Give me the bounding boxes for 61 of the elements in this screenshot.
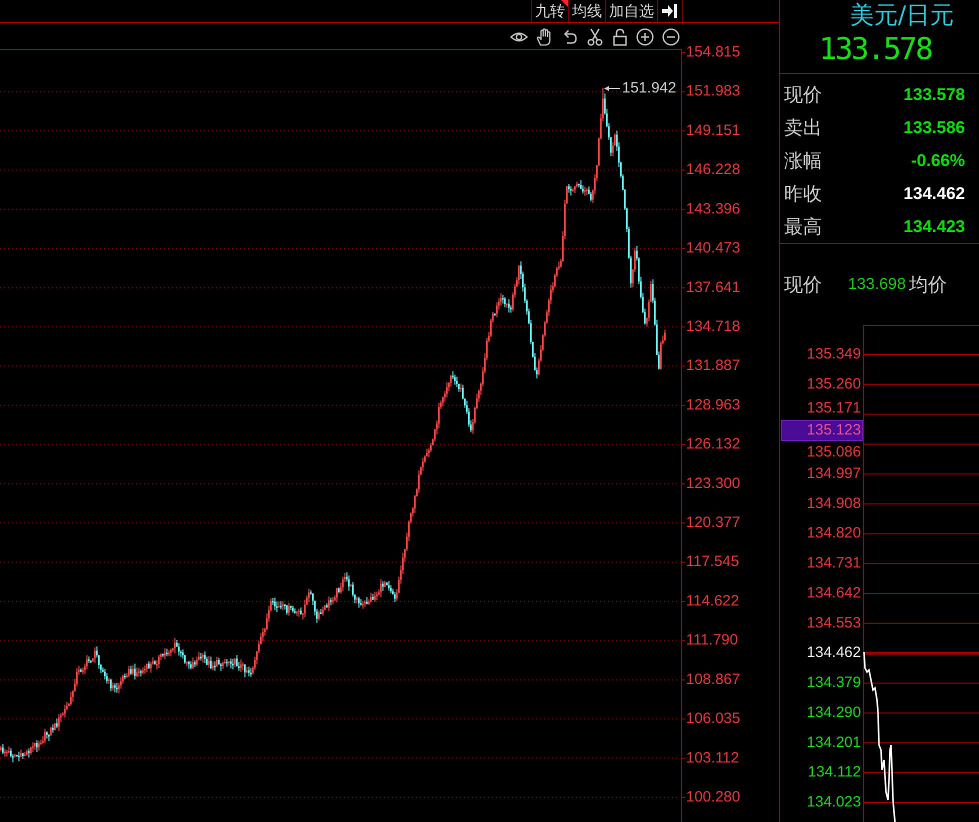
padlock-icon[interactable] xyxy=(611,28,630,46)
quote-value: 134.423 xyxy=(904,216,965,236)
intraday-axis-label: 134.553 xyxy=(806,614,861,632)
quote-label: 涨幅 xyxy=(784,148,822,174)
intraday-axis-label: 135.349 xyxy=(806,346,861,362)
price-axis-label: 134.718 xyxy=(686,318,740,335)
price-axis-label: 114.622 xyxy=(686,592,740,610)
peak-leader-arrow xyxy=(604,86,620,91)
quote-value: 134.462 xyxy=(904,184,965,204)
cursor-price-tag: 135.123 xyxy=(781,420,863,441)
price-label: 现价 xyxy=(784,272,823,298)
intraday-axis-label: 134.908 xyxy=(806,494,861,512)
intraday-axis-label: 134.379 xyxy=(806,674,861,692)
hand-icon[interactable] xyxy=(535,28,554,46)
plus-circle-icon[interactable] xyxy=(636,28,654,46)
intraday-axis-label: 134.997 xyxy=(806,464,861,482)
symbol-title: 美元/日元 xyxy=(849,0,956,30)
price-axis-label: 123.300 xyxy=(686,474,740,492)
price-axis-label: 111.790 xyxy=(686,632,738,649)
intraday-axis-label: 134.642 xyxy=(806,584,861,602)
price-axis-label: 108.867 xyxy=(686,670,740,688)
intraday-axis-label: 134.112 xyxy=(808,764,861,781)
intraday-axis-label: 134.290 xyxy=(806,704,861,721)
intraday-axis-label: 135.171 xyxy=(806,400,861,416)
arrow-to-bar-icon xyxy=(662,4,678,18)
intraday-axis-label: 134.731 xyxy=(806,554,861,572)
intraday-axis-label: 135.086 xyxy=(806,444,861,460)
quote-value: -0.66% xyxy=(911,150,965,170)
toolbar-button[interactable]: 九转 xyxy=(531,0,569,22)
quote-label: 昨收 xyxy=(784,182,822,206)
price-axis-label: 140.473 xyxy=(686,240,740,257)
intraday-axis-label: 135.260 xyxy=(806,375,861,392)
price-axis-label: 154.815 xyxy=(686,44,740,60)
intraday-axis-label: 134.201 xyxy=(806,734,861,751)
price-axis-label: 106.035 xyxy=(686,710,740,728)
price-axis-label: 117.545 xyxy=(686,553,740,570)
price-axis-label: 120.377 xyxy=(686,514,740,532)
intraday-axis-label: 134.820 xyxy=(806,524,861,542)
price-axis-label: 143.396 xyxy=(686,200,740,218)
quote-label: 现价 xyxy=(784,82,822,108)
price-axis-label: 149.151 xyxy=(686,122,740,139)
minus-circle-icon[interactable] xyxy=(662,28,680,46)
quote-label: 卖出 xyxy=(784,116,822,140)
price-axis-label: 103.112 xyxy=(686,749,740,766)
price-value: 133.698 xyxy=(848,276,906,294)
last-price: 133.578 xyxy=(818,31,932,69)
average-label: 均价 xyxy=(908,272,947,298)
quote-label: 最高 xyxy=(784,214,822,240)
quote-value: 133.578 xyxy=(904,84,965,104)
scissors-icon[interactable] xyxy=(586,28,604,46)
price-axis-label: 146.228 xyxy=(686,161,740,178)
peak-price-label: 151.942 xyxy=(622,80,676,96)
quote-value: 133.586 xyxy=(904,118,965,138)
intraday-axis-label: 134.023 xyxy=(806,794,861,811)
price-axis-label: 128.963 xyxy=(686,396,740,414)
price-axis-label: 131.887 xyxy=(686,357,740,374)
price-axis-label: 151.983 xyxy=(686,82,740,100)
price-axis-label: 137.641 xyxy=(686,278,740,296)
price-axis-label: 100.280 xyxy=(686,788,740,806)
intraday-axis-label: 134.462 xyxy=(806,644,861,662)
price-axis-label: 126.132 xyxy=(686,436,740,453)
